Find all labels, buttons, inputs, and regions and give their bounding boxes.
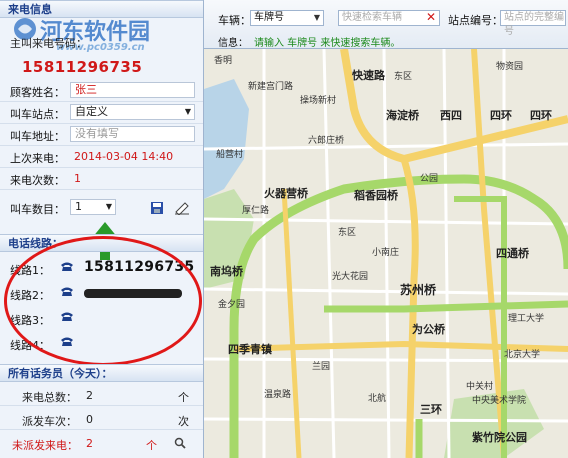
stat-total-calls: 来电总数： 2 个	[0, 384, 203, 406]
caller-number: 15811296735	[22, 58, 143, 76]
map-label: 火器营桥	[264, 187, 308, 200]
map-label: 紫竹院公园	[472, 431, 527, 444]
map-label: 六郎庄桥	[308, 136, 345, 146]
car-count-value: 1	[75, 200, 82, 213]
map-label: 厚仁路	[242, 206, 270, 216]
chevron-down-icon: ▼	[184, 107, 191, 116]
car-count-select[interactable]: 1 ▼	[70, 199, 116, 215]
stat-dispatched: 派发车次： 0 次	[0, 408, 203, 430]
map-panel: 车辆： 车牌号 ▼ 快速检索车辆 ✕ 站点编号： 站点的完整编号 信息： 请输入…	[204, 0, 568, 458]
info-text: 请输入 车牌号 来快速搜索车辆。	[254, 38, 401, 49]
last-call-value: 2014-03-04 14:40	[74, 150, 174, 163]
caller-number-label: 主叫来电号码：	[10, 37, 87, 50]
map-label: 三环	[420, 403, 442, 416]
map-label: 兰园	[312, 362, 331, 372]
search-icon[interactable]	[174, 437, 186, 449]
left-panel: 来电信息 河东软件园 www.pc0359.cn 主叫来电号码： 1581129…	[0, 0, 204, 458]
map-label: 物资园	[496, 62, 524, 72]
map-label: 苏州桥	[400, 283, 437, 297]
map-label: 温泉路	[264, 390, 292, 400]
car-search-placeholder: 快速检索车辆	[342, 12, 402, 23]
car-count-row: 叫车数目： 1 ▼	[0, 194, 203, 222]
map-label: 船营村	[216, 150, 244, 160]
map-toolbar: 车辆： 车牌号 ▼ 快速检索车辆 ✕ 站点编号： 站点的完整编号 信息： 请输入…	[204, 0, 568, 49]
customer-name-row: 顾客姓名： 张三	[0, 80, 203, 102]
address-input[interactable]: 没有填写	[70, 126, 195, 142]
save-icon[interactable]	[150, 201, 164, 215]
stat-total-calls-label: 来电总数：	[22, 391, 77, 404]
stat-total-calls-unit: 个	[178, 391, 189, 404]
map-view[interactable]: 香明 新建宫门路 东区 操场新村 物资园 快速路 海淀桥 西四 四环 四环 船营…	[204, 49, 568, 458]
map-label: 光大花园	[332, 272, 369, 282]
station-number-label: 站点编号：	[448, 14, 503, 27]
map-label: 操场新村	[300, 96, 337, 106]
map-label: 北航	[368, 394, 387, 404]
map-label: 理工大学	[508, 314, 545, 324]
car-label: 车辆：	[218, 14, 251, 27]
stat-dispatched-value: 0	[86, 413, 93, 426]
last-call-row: 上次来电： 2014-03-04 14:40	[0, 146, 203, 168]
map-label: 四季青镇	[228, 343, 272, 356]
customer-name-label: 顾客姓名：	[10, 86, 65, 99]
map-label: 稻香园桥	[354, 189, 398, 202]
station-label: 叫车站点：	[10, 108, 65, 121]
stat-dispatched-unit: 次	[178, 415, 189, 428]
highlight-circle	[4, 236, 202, 366]
map-label: 四环	[530, 109, 552, 122]
map-label: 中关村	[466, 382, 494, 392]
map-label: 中央美术学院	[472, 396, 527, 406]
address-row: 叫车地址： 没有填写	[0, 124, 203, 146]
operators-section-title: 所有话务员（今天）：	[0, 364, 203, 382]
map-label: 新建宫门路	[248, 82, 294, 92]
map-label: 北京大学	[504, 350, 541, 360]
car-search-input[interactable]: 快速检索车辆 ✕	[338, 10, 440, 26]
map-label: 小南庄	[372, 248, 400, 258]
map-label: 快速路	[352, 69, 385, 82]
chevron-down-icon: ▼	[313, 13, 320, 22]
map-label: 西四	[440, 109, 462, 122]
station-select[interactable]: 自定义 ▼	[70, 104, 195, 120]
map-label: 为公桥	[412, 323, 445, 336]
car-type-select[interactable]: 车牌号 ▼	[250, 10, 324, 26]
car-count-label: 叫车数目：	[10, 203, 65, 216]
map-label: 东区	[338, 228, 357, 238]
station-row: 叫车站点： 自定义 ▼	[0, 102, 203, 124]
info-label: 信息：	[218, 38, 248, 49]
map-label: 东区	[394, 72, 413, 82]
customer-name-input[interactable]: 张三	[70, 82, 195, 98]
chevron-down-icon: ▼	[105, 202, 112, 211]
last-call-label: 上次来电：	[10, 152, 65, 165]
stat-dispatched-label: 派发车次：	[22, 415, 77, 428]
map-label: 公园	[420, 174, 439, 184]
stat-undispatched-unit: 个	[146, 439, 157, 452]
stat-undispatched: 未派发来电： 2 个	[0, 432, 203, 454]
map-label: 四环	[490, 109, 512, 122]
map-label: 金夕园	[218, 300, 246, 310]
call-count-value: 1	[74, 172, 81, 185]
stat-total-calls-value: 2	[86, 389, 93, 402]
station-number-input[interactable]: 站点的完整编号	[500, 10, 566, 37]
map-label: 香明	[214, 56, 233, 66]
edit-icon[interactable]	[174, 201, 190, 215]
stat-undispatched-label: 未派发来电：	[12, 439, 78, 452]
map-label: 海淀桥	[386, 109, 419, 122]
map-label: 四通桥	[496, 247, 529, 260]
call-count-row: 来电次数： 1	[0, 168, 203, 190]
stat-undispatched-value: 2	[86, 437, 93, 450]
station-select-value: 自定义	[75, 105, 108, 118]
call-count-label: 来电次数：	[10, 174, 65, 187]
clear-icon[interactable]: ✕	[426, 10, 436, 24]
car-type-value: 车牌号	[254, 12, 284, 23]
map-label: 南坞桥	[210, 265, 243, 278]
address-label: 叫车地址：	[10, 130, 65, 143]
